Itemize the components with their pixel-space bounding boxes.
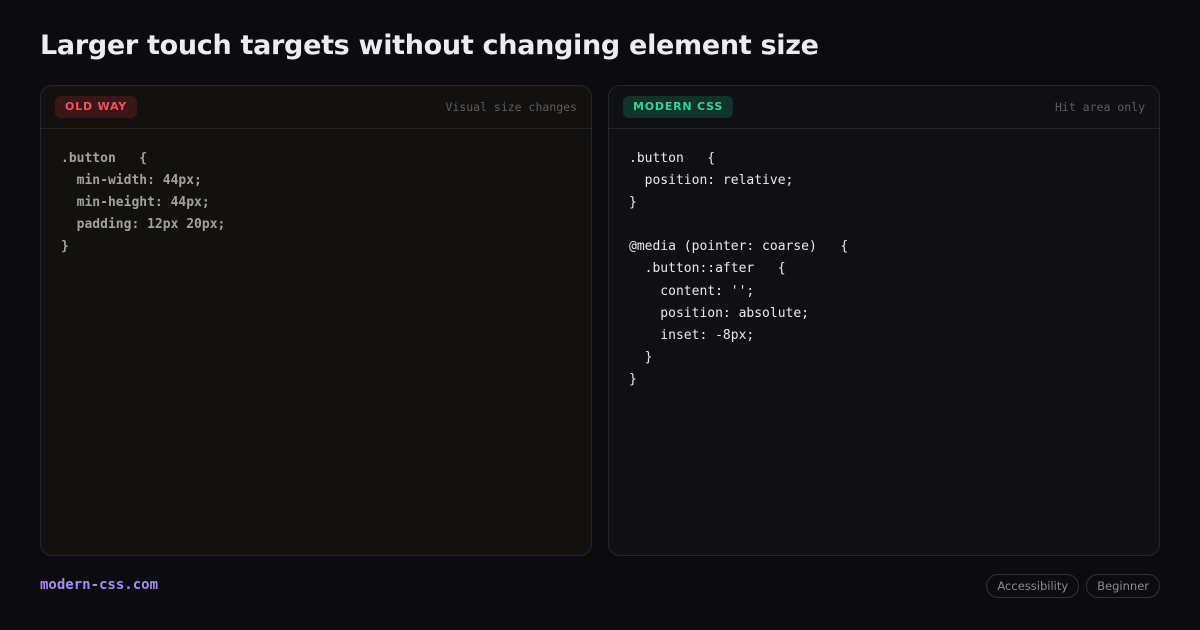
tag-accessibility[interactable]: Accessibility: [986, 574, 1080, 598]
modern-css-badge: MODERN CSS: [623, 96, 734, 118]
old-way-panel: OLD WAY Visual size changes .button { mi…: [40, 85, 592, 556]
tag-beginner[interactable]: Beginner: [1086, 574, 1160, 598]
old-way-code-block: .button { min-width: 44px; min-height: 4…: [61, 151, 226, 255]
old-way-badge: OLD WAY: [55, 96, 137, 118]
tag-list: Accessibility Beginner: [986, 574, 1160, 598]
modern-css-panel: MODERN CSS Hit area only .button { posit…: [608, 85, 1160, 556]
old-way-note: Visual size changes: [445, 100, 577, 114]
modern-css-note: Hit area only: [1054, 100, 1145, 114]
modern-css-code-block: .button { position: relative; } @media (…: [629, 151, 849, 387]
old-way-panel-header: OLD WAY Visual size changes: [41, 86, 591, 129]
modern-css-panel-header: MODERN CSS Hit area only: [609, 86, 1159, 129]
site-brand-link[interactable]: modern-css.com: [40, 577, 158, 593]
page-title: Larger touch targets without changing el…: [40, 30, 819, 61]
